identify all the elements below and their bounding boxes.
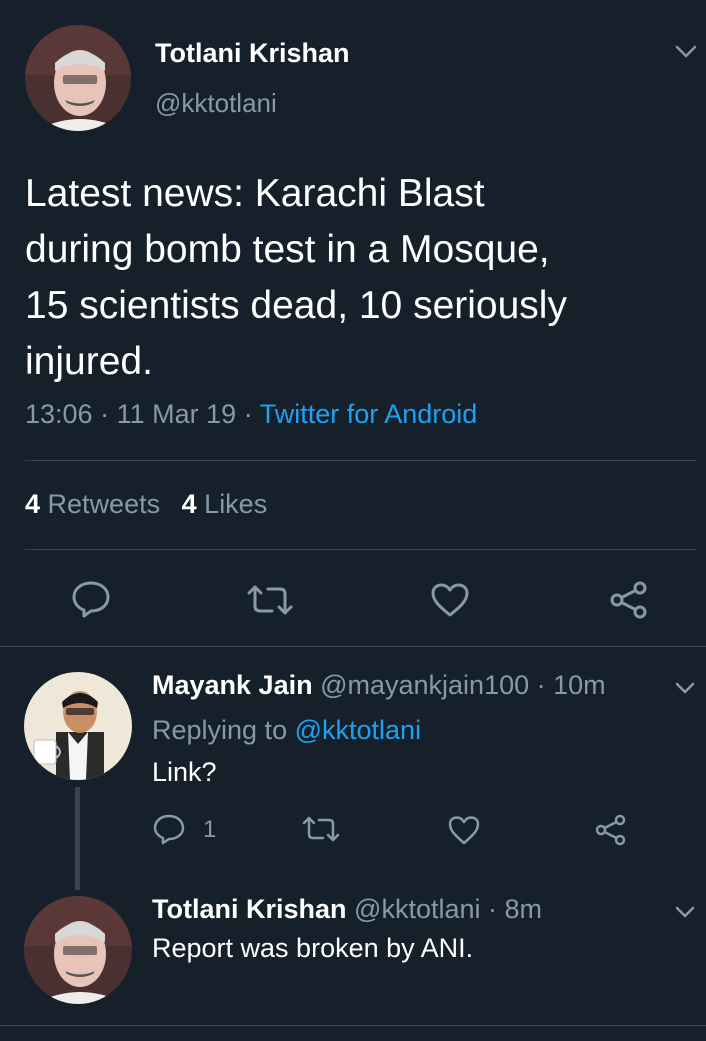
author-handle[interactable]: @kktotlani [155, 88, 277, 119]
tweet-meta: 13:06 · 11 Mar 19 · Twitter for Android [25, 399, 477, 430]
likes-count: 4 [181, 489, 197, 519]
tweet-time: 13:06 [25, 399, 93, 429]
retweet-icon[interactable] [246, 584, 294, 616]
reply-text: Report was broken by ANI. [152, 933, 474, 963]
reply-count: 1 [203, 816, 217, 843]
divider [0, 1025, 706, 1026]
share-icon[interactable] [609, 580, 649, 620]
author-name[interactable]: Totlani Krishan [155, 38, 350, 69]
divider [0, 646, 706, 647]
author-avatar[interactable] [25, 25, 131, 131]
tweet-text: Latest news: Karachi Blast during bomb t… [25, 166, 567, 390]
reply-author-name[interactable]: Totlani Krishan [152, 894, 347, 924]
reply-avatar[interactable] [24, 896, 132, 1004]
tweet-stats: 4 Retweets 4 Likes [25, 489, 267, 520]
reply-time: · 8m [488, 894, 543, 924]
divider [25, 549, 696, 550]
like-icon[interactable] [430, 582, 470, 618]
tweet-text-line: 15 scientists dead, 10 seriously [25, 284, 567, 327]
replying-to-handle[interactable]: @kktotlani [295, 715, 421, 745]
likes-label: Likes [204, 489, 268, 519]
retweets-count: 4 [25, 489, 41, 519]
reply-author-name[interactable]: Mayank Jain [152, 670, 313, 700]
reply-author-handle[interactable]: @mayankjain100 [320, 670, 529, 700]
tweet-source-link[interactable]: Twitter for Android [260, 399, 478, 429]
share-icon[interactable] [594, 813, 628, 847]
meta-separator: · [243, 399, 253, 429]
tweet-text-line: injured. [25, 340, 153, 383]
reply-avatar[interactable] [24, 672, 132, 780]
replying-to-label: Replying to [152, 715, 288, 745]
retweets-stat[interactable]: 4 Retweets [25, 489, 168, 519]
tweet-date: 11 Mar 19 [116, 399, 237, 429]
reply-icon[interactable] [71, 580, 111, 618]
reply-time: · 10m [536, 670, 606, 700]
reply-header: Totlani Krishan @kktotlani · 8m [152, 894, 542, 925]
chevron-down-icon[interactable] [674, 44, 698, 60]
reply-icon[interactable] [152, 813, 186, 846]
reply-header: Mayank Jain @mayankjain100 · 10m [152, 670, 606, 701]
retweet-icon[interactable] [301, 815, 341, 843]
chevron-down-icon[interactable] [674, 905, 696, 920]
divider [25, 460, 696, 461]
thread-line [75, 787, 80, 890]
tweet-text-line: Latest news: Karachi Blast [25, 172, 485, 215]
replying-to: Replying to @kktotlani [152, 715, 421, 746]
like-icon[interactable] [447, 815, 481, 845]
tweet-text-line: during bomb test in a Mosque, [25, 228, 550, 271]
chevron-down-icon[interactable] [674, 681, 696, 696]
meta-separator: · [100, 399, 110, 429]
reply-author-handle[interactable]: @kktotlani [354, 894, 480, 924]
reply-text: Link? [152, 757, 217, 787]
retweets-label: Retweets [47, 489, 161, 519]
likes-stat[interactable]: 4 Likes [182, 489, 268, 519]
